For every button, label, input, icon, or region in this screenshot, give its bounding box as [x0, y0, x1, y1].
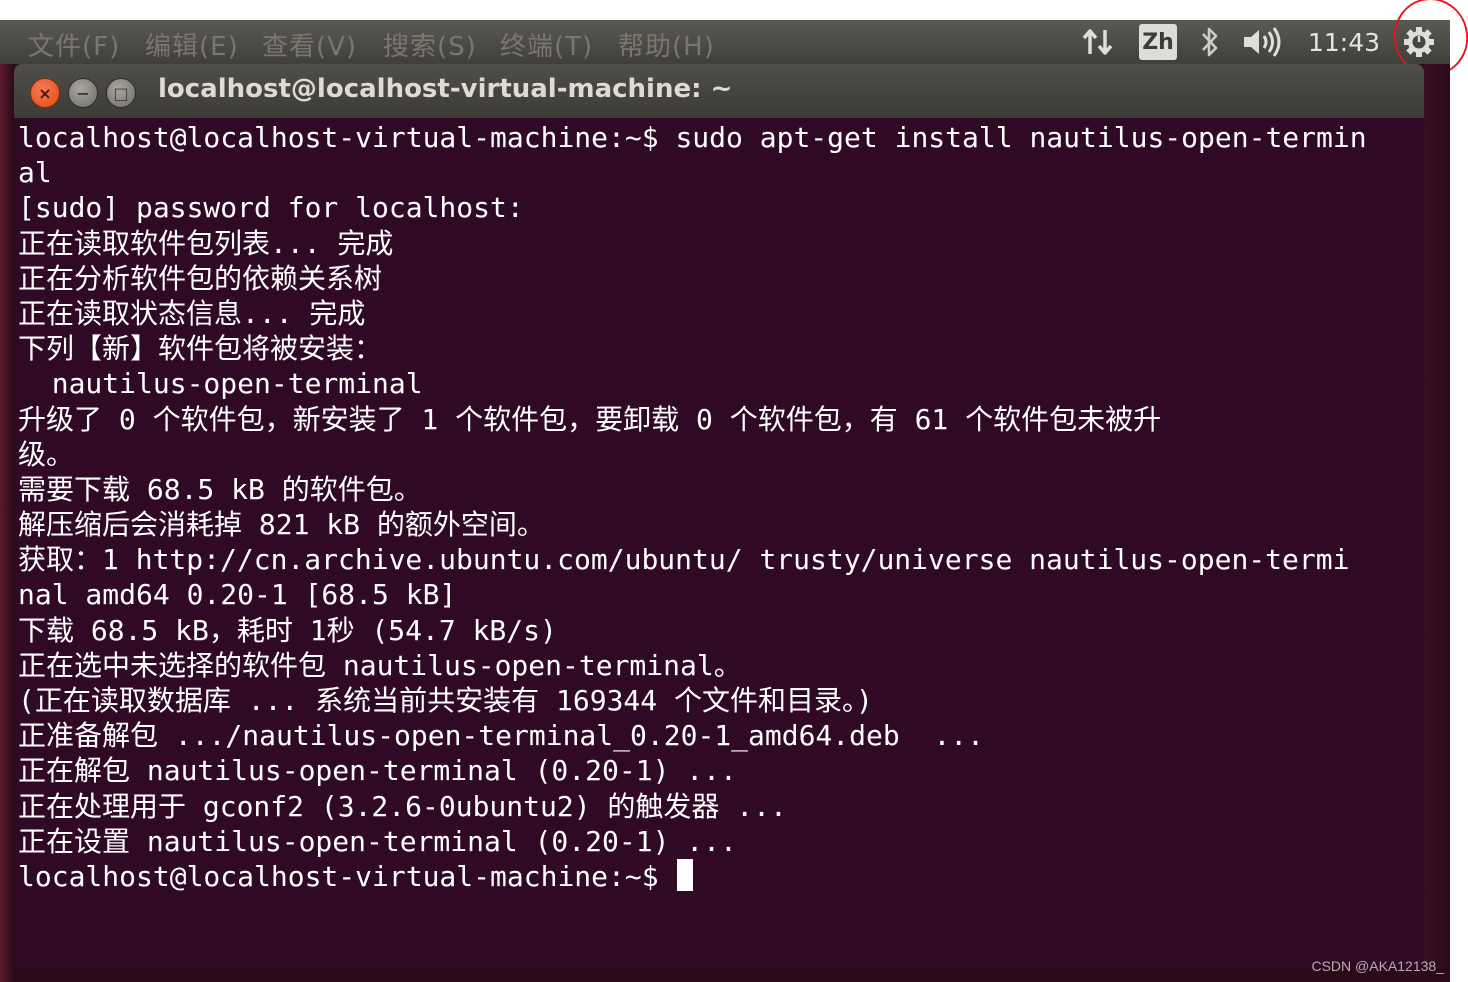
- terminal-line: al: [18, 156, 52, 190]
- terminal-line: [sudo] password for localhost:: [18, 191, 524, 225]
- top-panel: 文件(F) 编辑(E) 查看(V) 搜索(S) 终端(T) 帮助(H) Zh 1…: [0, 20, 1450, 64]
- menu-view[interactable]: 查看(V): [262, 26, 357, 63]
- text-cursor: [677, 858, 694, 891]
- bluetooth-icon[interactable]: [1196, 24, 1224, 60]
- desktop-bottom-edge: [14, 968, 1450, 982]
- terminal-line: 下列【新】软件包将被安装：: [18, 332, 383, 366]
- terminal-line: 正在处理用于 gconf2 (3.2.6-0ubuntu2) 的触发器 ...: [18, 789, 787, 823]
- desktop-right-edge: [1424, 64, 1450, 968]
- terminal-line: 正在读取软件包列表... 完成: [18, 226, 394, 260]
- volume-icon[interactable]: [1240, 24, 1286, 60]
- close-button[interactable]: ×: [30, 78, 60, 108]
- input-method-indicator[interactable]: Zh: [1139, 24, 1177, 60]
- clock[interactable]: 11:43: [1308, 24, 1380, 60]
- terminal-line: localhost@localhost-virtual-machine:~$ s…: [18, 121, 1367, 154]
- terminal-line: 正在选中未选择的软件包 nautilus-open-terminal。: [18, 648, 742, 682]
- terminal-line: nal amd64 0.20-1 [68.5 kB]: [18, 578, 457, 612]
- menu-edit[interactable]: 编辑(E): [145, 26, 239, 63]
- window-title: localhost@localhost-virtual-machine: ~: [158, 74, 733, 104]
- menu-terminal[interactable]: 终端(T): [500, 26, 593, 63]
- terminal-output[interactable]: localhost@localhost-virtual-machine:~$ s…: [18, 120, 1422, 966]
- terminal-line: nautilus-open-terminal: [18, 367, 423, 401]
- terminal-line: 需要下载 68.5 kB 的软件包。: [18, 472, 422, 506]
- window-titlebar[interactable]: × − □ localhost@localhost-virtual-machin…: [14, 64, 1424, 118]
- terminal-prompt-line[interactable]: localhost@localhost-virtual-machine:~$: [18, 858, 1422, 894]
- minimize-button[interactable]: −: [68, 78, 98, 108]
- terminal-line: 正在解包 nautilus-open-terminal (0.20-1) ...: [18, 754, 737, 788]
- terminal-line: 升级了 0 个软件包，新安装了 1 个软件包，要卸载 0 个软件包，有 61 个…: [18, 402, 1162, 436]
- terminal-window: × − □ localhost@localhost-virtual-machin…: [14, 64, 1424, 968]
- menu-search[interactable]: 搜索(S): [383, 26, 477, 63]
- terminal-line: 获取：1 http://cn.archive.ubuntu.com/ubuntu…: [18, 543, 1350, 577]
- terminal-line: 正在设置 nautilus-open-terminal (0.20-1) ...: [18, 824, 737, 858]
- menu-file[interactable]: 文件(F): [28, 26, 120, 63]
- watermark: CSDN @AKA12138_: [1311, 958, 1444, 974]
- terminal-prompt: localhost@localhost-virtual-machine:~$: [18, 859, 676, 893]
- terminal-line: 级。: [18, 437, 75, 471]
- terminal-line: 正在分析软件包的依赖关系树: [18, 261, 383, 295]
- menu-help[interactable]: 帮助(H): [618, 26, 715, 63]
- network-transfer-icon[interactable]: [1078, 24, 1118, 60]
- terminal-line: 正准备解包 .../nautilus-open-terminal_0.20-1_…: [18, 719, 985, 753]
- desktop-left-edge: [0, 60, 14, 982]
- maximize-button[interactable]: □: [106, 78, 136, 108]
- terminal-line: 解压缩后会消耗掉 821 kB 的额外空间。: [18, 508, 545, 542]
- terminal-line: 下载 68.5 kB，耗时 1秒 (54.7 kB/s): [18, 613, 557, 647]
- terminal-line: (正在读取数据库 ... 系统当前共安装有 169344 个文件和目录。): [18, 684, 873, 717]
- terminal-line: 正在读取状态信息... 完成: [18, 296, 366, 330]
